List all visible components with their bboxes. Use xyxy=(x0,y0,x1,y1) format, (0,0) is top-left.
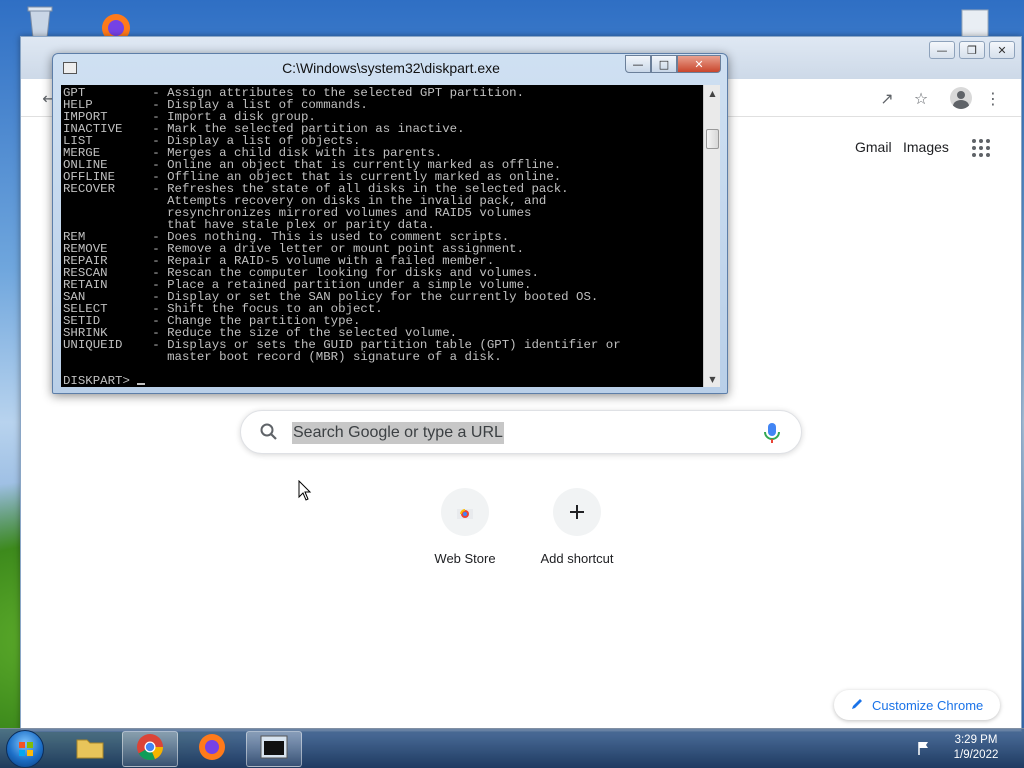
cmd-window-icon xyxy=(259,734,289,765)
console-scrollbar[interactable]: ▲ ▼ xyxy=(703,85,720,387)
console-line: DISKPART> xyxy=(63,375,703,387)
taskbar-firefox-button[interactable] xyxy=(184,731,240,767)
clock-time: 3:29 PM xyxy=(954,734,998,746)
search-icon xyxy=(259,422,279,442)
pencil-icon xyxy=(850,697,864,714)
chrome-close-button[interactable]: ✕ xyxy=(989,41,1015,59)
taskbar-clock[interactable]: 3:29 PM 1/9/2022 xyxy=(940,733,1012,763)
console-maximize-button[interactable]: □ xyxy=(651,55,677,73)
console-caret xyxy=(137,383,146,385)
diskpart-console-window[interactable]: C:\Windows\system32\diskpart.exe — □ ✕ G… xyxy=(52,53,728,394)
profile-avatar-icon[interactable] xyxy=(949,87,973,109)
shortcut-add[interactable]: Add shortcut xyxy=(527,488,627,566)
firefox-icon xyxy=(197,732,227,767)
start-button-windows-icon[interactable] xyxy=(6,730,44,768)
shortcut-label: Web Store xyxy=(434,551,496,566)
share-icon[interactable]: ↗ xyxy=(875,87,899,109)
customize-chrome-label: Customize Chrome xyxy=(872,697,984,713)
search-placeholder-text: Search Google or type a URL xyxy=(292,422,504,444)
scroll-down-arrow-icon[interactable]: ▼ xyxy=(704,371,721,387)
taskbar xyxy=(0,728,1024,768)
chrome-menu-icon[interactable]: ⋮ xyxy=(981,87,1005,109)
voice-search-mic-icon[interactable] xyxy=(762,421,782,445)
console-line: master boot record (MBR) signature of a … xyxy=(63,350,502,364)
images-link[interactable]: Images xyxy=(903,139,949,155)
shortcut-label: Add shortcut xyxy=(540,551,614,566)
scroll-thumb[interactable] xyxy=(706,129,719,149)
console-close-button[interactable]: ✕ xyxy=(677,55,721,73)
shortcut-web-store[interactable]: Web Store xyxy=(415,488,515,566)
taskbar-cmd-button[interactable] xyxy=(246,731,302,767)
chrome-icon xyxy=(136,733,164,766)
console-output[interactable]: GPT - Assign attributes to the selected … xyxy=(61,85,703,387)
taskbar-folder-button[interactable] xyxy=(62,731,118,767)
web-store-icon xyxy=(441,488,489,536)
chrome-restore-button[interactable]: ❐ xyxy=(959,41,985,59)
mouse-pointer-icon xyxy=(298,479,312,502)
customize-chrome-button[interactable]: Customize Chrome xyxy=(834,690,1000,720)
plus-icon xyxy=(553,488,601,536)
bookmark-star-icon[interactable]: ☆ xyxy=(909,87,933,109)
clock-date: 1/9/2022 xyxy=(953,749,999,761)
scroll-up-arrow-icon[interactable]: ▲ xyxy=(704,85,721,101)
taskbar-chrome-button[interactable] xyxy=(122,731,178,767)
action-center-flag-icon[interactable] xyxy=(916,740,932,756)
gmail-link[interactable]: Gmail xyxy=(855,139,892,155)
chrome-minimize-button[interactable]: — xyxy=(929,41,955,59)
google-apps-icon[interactable] xyxy=(972,139,990,157)
folder-icon xyxy=(75,734,105,765)
console-minimize-button[interactable]: — xyxy=(625,55,651,73)
